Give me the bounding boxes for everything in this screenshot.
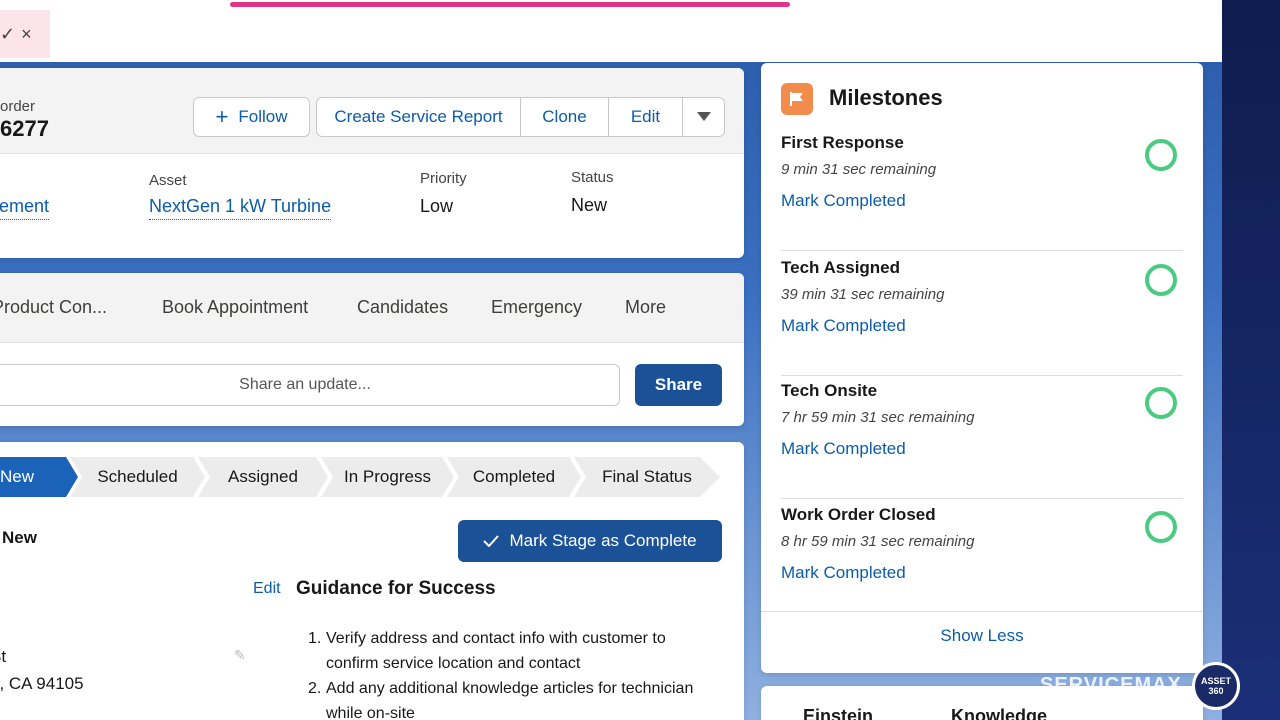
action-button-group: Create Service Report Clone Edit [316,97,725,137]
guidance-text: Verify address and contact info with cus… [326,630,666,672]
record-highlights: cement Asset NextGen 1 kW Turbine Priori… [0,154,744,258]
servicemax-logo: SERVICEMAX [1040,674,1182,696]
address-line-1: St [0,647,7,666]
guidance-edit-link[interactable]: Edit [253,580,281,598]
chevron-down-icon [696,112,711,121]
milestone-item: Tech Assigned 39 min 31 sec remaining Ma… [781,252,1183,376]
more-actions-button[interactable] [683,97,725,137]
tab-product-consumed[interactable]: Product Con... [0,297,107,318]
current-stage-label: New [2,528,37,547]
show-less-link[interactable]: Show Less [761,626,1203,646]
tab-bar: Product Con... Book Appointment Candidat… [0,273,744,343]
priority-value: Low [420,196,454,216]
guidance-text: Add any additional knowledge articles fo… [326,680,694,720]
badge-line-2: 360 [1208,686,1224,696]
pencil-icon[interactable]: ✎ [234,647,246,664]
tab-book-appointment[interactable]: Book Appointment [162,297,308,318]
object-label: order [0,98,36,115]
status-value: New [571,195,608,215]
guidance-item: 1. Verify address and contact info with … [308,626,718,676]
milestone-status-ring-icon [1145,139,1177,171]
milestone-name: First Response [781,133,904,152]
milestone-time: 7 hr 59 min 31 sec remaining [781,409,975,426]
path-stages: New Scheduled Assigned In Progress Compl… [0,457,720,497]
close-icon[interactable]: × [21,24,32,45]
milestone-status-ring-icon [1145,387,1177,419]
asset-360-badge: ASSET 360 [1192,662,1240,710]
mark-completed-link[interactable]: Mark Completed [781,316,906,336]
stage-completed[interactable]: Completed [447,457,581,497]
milestone-time: 39 min 31 sec remaining [781,286,945,303]
milestone-status-ring-icon [1145,511,1177,543]
knowledge-tab[interactable]: Knowledge [951,706,1047,720]
divider [761,611,1203,612]
guidance-number: 2. [308,680,322,697]
stage-scheduled[interactable]: Scheduled [70,457,205,497]
guidance-number: 1. [308,630,322,647]
status-label: Status [571,169,614,186]
mark-completed-link[interactable]: Mark Completed [781,191,906,211]
mark-completed-link[interactable]: Mark Completed [781,439,906,459]
milestones-title: Milestones [829,85,943,110]
record-number: 6277 [0,116,49,141]
milestone-name: Tech Onsite [781,381,878,400]
record-header-top: order 6277 + Follow Create Service Repor… [0,68,744,154]
follow-label: Follow [238,107,288,126]
milestones-card: Milestones First Response 9 min 31 sec r… [761,63,1203,673]
plus-icon: + [215,104,229,129]
toast: ✓ × [0,10,50,58]
stage-new[interactable]: New [0,457,78,497]
priority-label: Priority [420,170,467,187]
mark-stage-label: Mark Stage as Complete [509,531,697,550]
tab-candidates[interactable]: Candidates [357,297,448,318]
field-first-value[interactable]: cement [0,196,50,220]
milestone-time: 9 min 31 sec remaining [781,161,937,178]
record-header: order 6277 + Follow Create Service Repor… [0,68,744,258]
milestone-flag-icon [781,83,813,115]
einstein-tab[interactable]: Einstein [803,706,873,720]
share-update-input[interactable]: Share an update... [0,364,620,406]
milestone-item: First Response 9 min 31 sec remaining Ma… [781,127,1183,251]
background-panel [1222,0,1280,720]
stage-final-status[interactable]: Final Status [574,457,720,497]
milestone-status-ring-icon [1145,264,1177,296]
asset-label: Asset [149,172,187,189]
milestone-name: Work Order Closed [781,505,936,524]
milestone-item: Tech Onsite 7 hr 59 min 31 sec remaining… [781,375,1183,499]
checkmark-icon [483,535,500,547]
milestone-item: Work Order Closed 8 hr 59 min 31 sec rem… [781,499,1183,623]
mark-completed-link[interactable]: Mark Completed [781,563,906,583]
top-bar: ✓ × [0,0,1222,62]
check-icon: ✓ [0,23,16,44]
follow-button[interactable]: + Follow [193,97,310,137]
activity-card: Product Con... Book Appointment Candidat… [0,273,744,426]
milestone-name: Tech Assigned [781,258,901,277]
edit-button[interactable]: Edit [609,97,683,137]
milestone-time: 8 hr 59 min 31 sec remaining [781,533,975,550]
guidance-title: Guidance for Success [296,578,496,599]
badge-line-1: ASSET [1200,676,1231,686]
path-card: New Scheduled Assigned In Progress Compl… [0,442,744,720]
stage-in-progress[interactable]: In Progress [321,457,454,497]
guidance-list: 1. Verify address and contact info with … [308,626,718,720]
tab-more[interactable]: More [625,297,666,318]
mark-stage-complete-button[interactable]: Mark Stage as Complete [458,520,722,562]
asset-link[interactable]: NextGen 1 kW Turbine [149,196,332,220]
clone-button[interactable]: Clone [521,97,609,137]
share-button[interactable]: Share [635,364,722,406]
guidance-item: 2. Add any additional knowledge articles… [308,676,718,720]
stage-assigned[interactable]: Assigned [198,457,328,497]
address-line-2: o, CA 94105 [0,674,84,693]
create-service-report-button[interactable]: Create Service Report [316,97,521,137]
top-accent-bar [230,2,790,7]
tab-emergency[interactable]: Emergency [491,297,582,318]
